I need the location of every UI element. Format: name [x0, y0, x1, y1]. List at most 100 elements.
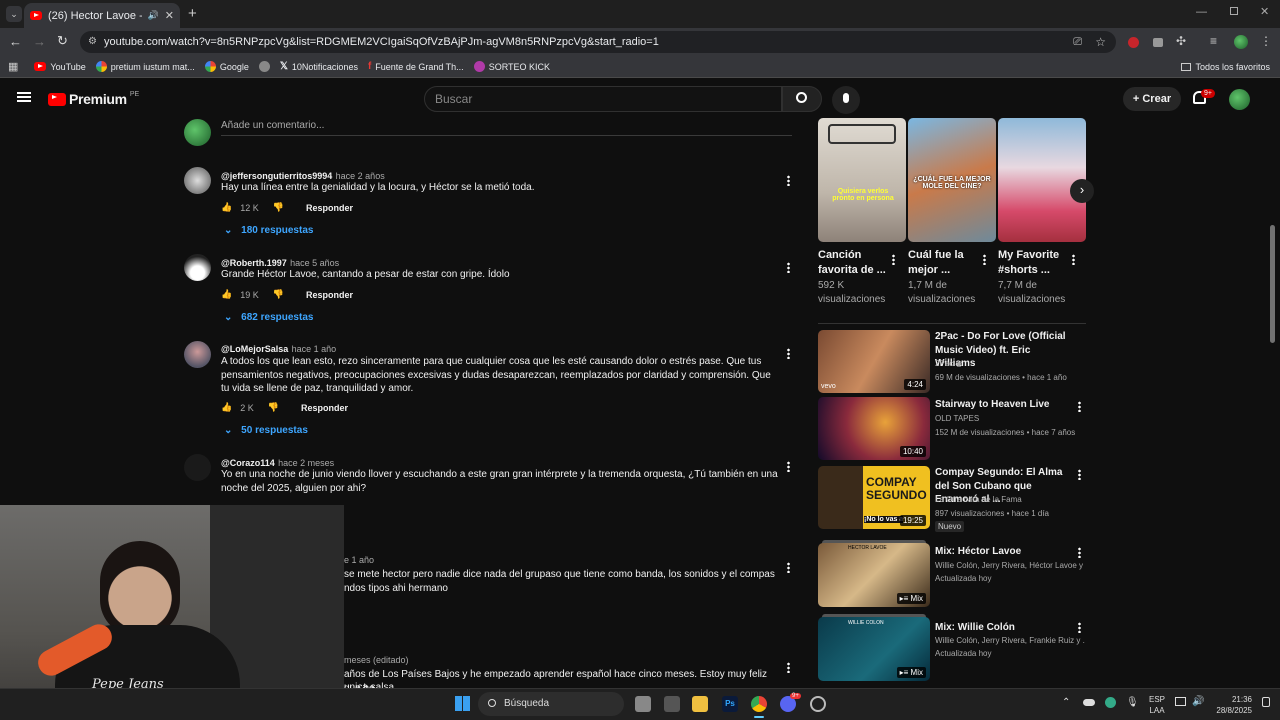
video-channel[interactable]: 2Pac ◉ [935, 357, 962, 371]
short-menu-icon[interactable] [983, 254, 986, 265]
shorts-next-button[interactable]: › [1070, 179, 1094, 203]
youtube-logo[interactable]: Premium PE [48, 91, 139, 107]
volume-icon[interactable]: 🔊 [1192, 696, 1204, 707]
window-minimize-icon[interactable]: — [1196, 6, 1207, 18]
browser-menu-icon[interactable]: ⋮ [1260, 34, 1272, 48]
extension-icon[interactable] [1128, 37, 1139, 48]
comment-avatar[interactable] [184, 167, 211, 194]
video-menu-icon[interactable] [1078, 469, 1081, 480]
tray-chevron-icon[interactable]: ⌃ [1062, 697, 1070, 708]
bookmark-youtube[interactable]: YouTube [34, 62, 86, 72]
all-bookmarks[interactable]: Todos los favoritos [1181, 62, 1270, 72]
extension2-icon[interactable] [1153, 38, 1163, 47]
video-thumbnail[interactable]: WILLIE COLON ▸≡ Mix [818, 617, 930, 681]
short-thumbnail[interactable]: ¿CUÁL FUE LA MEJOR MOLE DEL CINE? [908, 118, 996, 242]
new-tab-button[interactable]: + [188, 5, 197, 22]
video-menu-icon[interactable] [1078, 547, 1081, 558]
network-icon[interactable] [1175, 697, 1186, 706]
comment-menu-icon[interactable] [787, 262, 790, 273]
window-restore-icon[interactable] [1230, 7, 1238, 15]
video-title[interactable]: Mix: Willie Colón [935, 621, 1069, 635]
onedrive-icon[interactable] [1083, 699, 1095, 706]
video-thumbnail[interactable]: 10:40 [818, 397, 930, 460]
dislike-icon[interactable]: 👎 [273, 289, 284, 300]
comment-time[interactable]: meses (editado) [344, 655, 409, 665]
short-title[interactable]: Cuál fue la mejor ... [908, 248, 970, 278]
puzzle-icon[interactable]: ✣ [1176, 34, 1186, 48]
bookmark-globe[interactable] [258, 61, 270, 72]
dislike-icon[interactable]: 👎 [268, 402, 279, 413]
video-menu-icon[interactable] [1078, 622, 1081, 633]
short-menu-icon[interactable] [1072, 254, 1075, 265]
back-icon[interactable]: ← [9, 34, 22, 49]
dislike-icon[interactable]: 👎 [273, 202, 284, 213]
add-comment-input[interactable]: Añade un comentario... [221, 120, 792, 136]
like-icon[interactable]: 👍 [221, 202, 232, 213]
video-thumbnail[interactable]: COMPAY SEGUNDO ¡No lo vas a 19:25 [818, 466, 930, 529]
view-replies-button[interactable]: ⌄ 682 respuestas [224, 312, 313, 323]
chrome-icon[interactable] [751, 696, 767, 712]
cast-icon[interactable]: ⎚ [1073, 31, 1082, 53]
hamburger-menu-icon[interactable] [17, 92, 31, 102]
reading-list-icon[interactable]: ≡ [1210, 34, 1217, 48]
notification-center-icon[interactable] [1262, 697, 1270, 707]
view-replies-button[interactable]: ⌄ 180 respuestas [224, 225, 313, 236]
comment-time[interactable]: hace 1 año [292, 344, 337, 354]
tab-close-icon[interactable]: ✕ [165, 9, 174, 22]
video-thumbnail[interactable]: HECTOR LAVOE ▸≡ Mix [818, 543, 930, 607]
comment-menu-icon[interactable] [787, 348, 790, 359]
bookmark-fuente[interactable]: f Fuente de Grand Th... [368, 61, 464, 72]
windows-start-icon[interactable] [455, 696, 470, 711]
profile-avatar[interactable] [1234, 35, 1248, 49]
comment-author[interactable]: @Roberth.1997 [221, 258, 287, 268]
comment-author[interactable]: @LoMejorSalsa [221, 344, 288, 354]
create-button[interactable]: + Crear [1123, 87, 1181, 111]
apps-icon[interactable]: ▦ [8, 60, 18, 73]
video-channel[interactable]: La Otra cara de la Fama [935, 493, 1022, 507]
task-view-icon[interactable] [635, 696, 651, 712]
taskbar-search[interactable]: Búsqueda [478, 692, 624, 716]
bookmark-google[interactable]: Google [204, 61, 249, 72]
bookmark-sorteo[interactable]: SORTEO KICK [473, 61, 550, 72]
bookmark-notifications[interactable]: 𝕏 10Notificaciones [280, 61, 358, 72]
app2-icon[interactable] [810, 696, 826, 712]
app-icon[interactable] [664, 696, 680, 712]
video-channel[interactable]: Willie Colón, Jerry Rivera, Frankie Ruiz… [935, 634, 1085, 648]
comment-time[interactable]: hace 5 años [290, 258, 339, 268]
comment-author[interactable]: @jeffersongutierritos9994 [221, 171, 332, 181]
short-thumbnail[interactable] [998, 118, 1086, 242]
window-close-icon[interactable]: ✕ [1260, 5, 1269, 18]
comment-avatar[interactable] [184, 254, 211, 281]
file-explorer-icon[interactable] [692, 696, 708, 712]
reply-button[interactable]: Responder [306, 203, 353, 213]
short-menu-icon[interactable] [892, 254, 895, 265]
video-thumbnail[interactable]: vevo 4:24 [818, 330, 930, 393]
page-scrollbar[interactable] [1270, 225, 1275, 343]
search-button[interactable] [782, 86, 822, 112]
short-title[interactable]: Canción favorita de ... [818, 248, 893, 278]
tab-active[interactable]: (26) Hector Lavoe - Juanito 🔊 ✕ [24, 3, 180, 28]
address-bar[interactable]: ⚙ youtube.com/watch?v=8n5RNPzpcVg&list=R… [80, 31, 1116, 53]
video-title[interactable]: Mix: Héctor Lavoe [935, 545, 1069, 559]
language-indicator[interactable]: ESP LAA [1149, 694, 1165, 716]
like-icon[interactable]: 👍 [221, 402, 232, 413]
audio-icon[interactable]: 🔊 [148, 10, 159, 21]
comment-time[interactable]: hace 2 años [336, 171, 385, 181]
bookmark-pretium[interactable]: pretium iustum mat... [95, 61, 195, 72]
site-info-icon[interactable]: ⚙ [88, 31, 97, 53]
forward-icon[interactable]: → [33, 34, 46, 49]
video-menu-icon[interactable] [1078, 401, 1081, 412]
comment-menu-icon[interactable] [787, 461, 790, 472]
video-title[interactable]: Stairway to Heaven Live [935, 398, 1069, 412]
reply-button[interactable]: Responder [306, 290, 353, 300]
bookmark-star-icon[interactable]: ☆ [1095, 31, 1106, 53]
video-channel[interactable]: OLD TAPES [935, 412, 979, 426]
short-thumbnail[interactable]: Quisiera verlos pronto en persona [818, 118, 906, 242]
comment-avatar[interactable] [184, 341, 211, 368]
comment-menu-icon[interactable] [787, 662, 790, 673]
comment-avatar[interactable] [184, 454, 211, 481]
short-title[interactable]: My Favorite #shorts ... [998, 248, 1073, 278]
search-input[interactable]: Buscar [424, 86, 782, 112]
comment-menu-icon[interactable] [787, 175, 790, 186]
tray-app-icon[interactable] [1105, 697, 1116, 708]
